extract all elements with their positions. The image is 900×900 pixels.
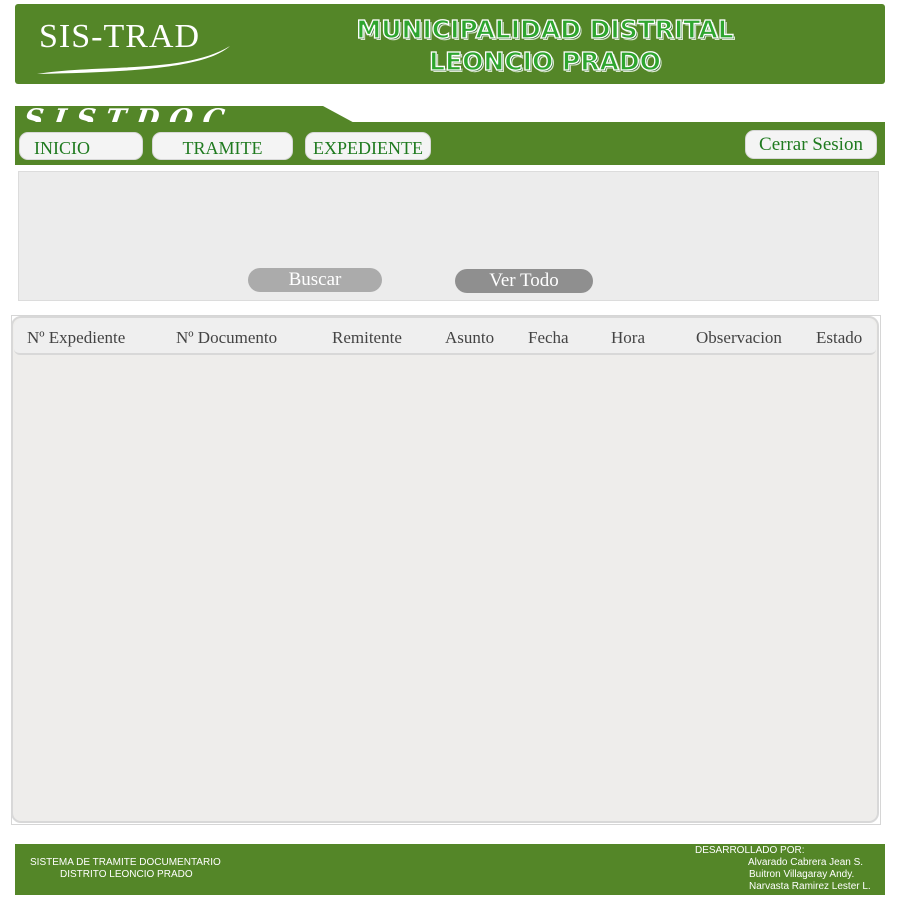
column-header-documento[interactable]: Nº Documento: [176, 328, 277, 348]
column-header-asunto[interactable]: Asunto: [445, 328, 494, 348]
column-header-estado[interactable]: Estado: [816, 328, 862, 348]
column-header-fecha[interactable]: Fecha: [528, 328, 569, 348]
footer-developer-2: Buitron Villagaray Andy.: [749, 869, 855, 880]
column-header-remitente[interactable]: Remitente: [332, 328, 402, 348]
nav-tramite-button[interactable]: TRAMITE: [152, 132, 293, 160]
column-header-observacion[interactable]: Observacion: [696, 328, 782, 348]
nav-bar: INICIO TRAMITE EXPEDIENTE Cerrar Sesion: [15, 122, 885, 165]
view-all-button[interactable]: Ver Todo: [455, 269, 593, 293]
column-header-expediente[interactable]: Nº Expediente: [27, 328, 125, 348]
footer-developer-1: Alvarado Cabrera Jean S.: [748, 857, 864, 868]
column-header-hora[interactable]: Hora: [611, 328, 645, 348]
table-header-row: Nº Expediente Nº Documento Remitente Asu…: [14, 318, 876, 355]
logout-button[interactable]: Cerrar Sesion: [745, 130, 877, 159]
footer-system-name: SISTEMA DE TRAMITE DOCUMENTARIO: [30, 857, 221, 868]
results-table: Nº Expediente Nº Documento Remitente Asu…: [11, 316, 879, 823]
header-banner: SIS-TRAD MUNICIPALIDAD DISTRITAL LEONCIO…: [15, 4, 885, 84]
brand-swoosh-icon: [37, 46, 230, 74]
nav-expediente-button[interactable]: EXPEDIENTE: [305, 132, 431, 160]
search-button[interactable]: Buscar: [248, 268, 382, 292]
footer: SISTEMA DE TRAMITE DOCUMENTARIO DISTRITO…: [15, 844, 885, 895]
footer-developed-by-label: DESARROLLADO POR:: [695, 845, 805, 856]
footer-developer-3: Narvasta Ramirez Lester L.: [749, 881, 871, 892]
search-panel: Buscar Ver Todo: [18, 171, 879, 301]
municipality-title: MUNICIPALIDAD DISTRITAL LEONCIO PRADO: [285, 14, 805, 78]
nav-inicio-button[interactable]: INICIO: [19, 132, 143, 160]
footer-district-name: DISTRITO LEONCIO PRADO: [60, 869, 193, 880]
municipality-title-line1: MUNICIPALIDAD DISTRITAL: [356, 14, 735, 44]
municipality-title-line2: LEONCIO PRADO: [428, 46, 661, 76]
